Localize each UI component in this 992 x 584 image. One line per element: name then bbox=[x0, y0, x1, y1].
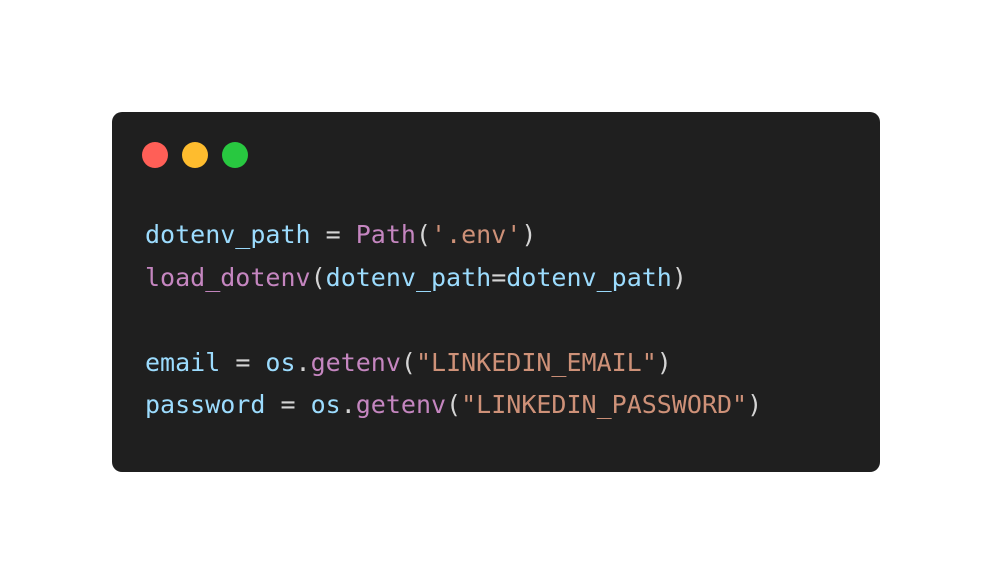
code-token-punctuation: = bbox=[265, 390, 311, 419]
maximize-button[interactable] bbox=[222, 142, 248, 168]
code-line: email = os.getenv("LINKEDIN_EMAIL") bbox=[145, 342, 762, 385]
code-token-punctuation: ) bbox=[747, 390, 763, 419]
code-line: dotenv_path = Path('.env') bbox=[145, 214, 762, 257]
code-block: dotenv_path = Path('.env') load_dotenv(do… bbox=[145, 214, 762, 427]
code-token-variable: email bbox=[145, 347, 221, 377]
code-token-punctuation: ( bbox=[310, 262, 326, 292]
code-token-function: getenv bbox=[355, 390, 447, 419]
code-token-string: "LINKEDIN_EMAIL" bbox=[415, 347, 657, 377]
code-token-function: getenv bbox=[310, 347, 401, 377]
code-line: password = os.getenv("LINKEDIN_PASSWORD"… bbox=[145, 384, 762, 427]
close-button[interactable] bbox=[142, 142, 168, 168]
code-token-punctuation: ( bbox=[415, 220, 432, 249]
code-window: dotenv_path = Path('.env') load_dotenv(do… bbox=[112, 112, 880, 472]
code-token-punctuation: = bbox=[220, 347, 266, 377]
code-token-punctuation: ( bbox=[446, 390, 462, 419]
code-token-punctuation: . bbox=[340, 390, 356, 419]
code-token-variable: password bbox=[145, 390, 266, 419]
code-token-punctuation: ) bbox=[656, 347, 672, 377]
code-token-function: Path bbox=[355, 220, 416, 249]
code-token-variable: os bbox=[310, 390, 341, 419]
code-token-string: '.env' bbox=[431, 220, 522, 249]
window-controls bbox=[142, 142, 248, 168]
code-token-function: load_dotenv bbox=[145, 262, 311, 292]
code-token-variable: dotenv_path bbox=[325, 262, 492, 292]
code-line: load_dotenv(dotenv_path=dotenv_path) bbox=[145, 257, 762, 300]
code-token-punctuation: = bbox=[310, 220, 356, 249]
code-token-string: "LINKEDIN_PASSWORD" bbox=[461, 390, 748, 419]
code-token-punctuation: = bbox=[491, 262, 507, 292]
minimize-button[interactable] bbox=[182, 142, 208, 168]
code-token-variable: dotenv_path bbox=[145, 220, 311, 249]
code-token-punctuation: ( bbox=[400, 347, 416, 377]
code-token-punctuation: ) bbox=[521, 220, 537, 249]
code-token-variable: dotenv_path bbox=[506, 262, 672, 292]
code-token-variable: os bbox=[265, 347, 296, 377]
code-token-punctuation: . bbox=[295, 347, 311, 377]
code-token-punctuation: ) bbox=[671, 262, 687, 292]
